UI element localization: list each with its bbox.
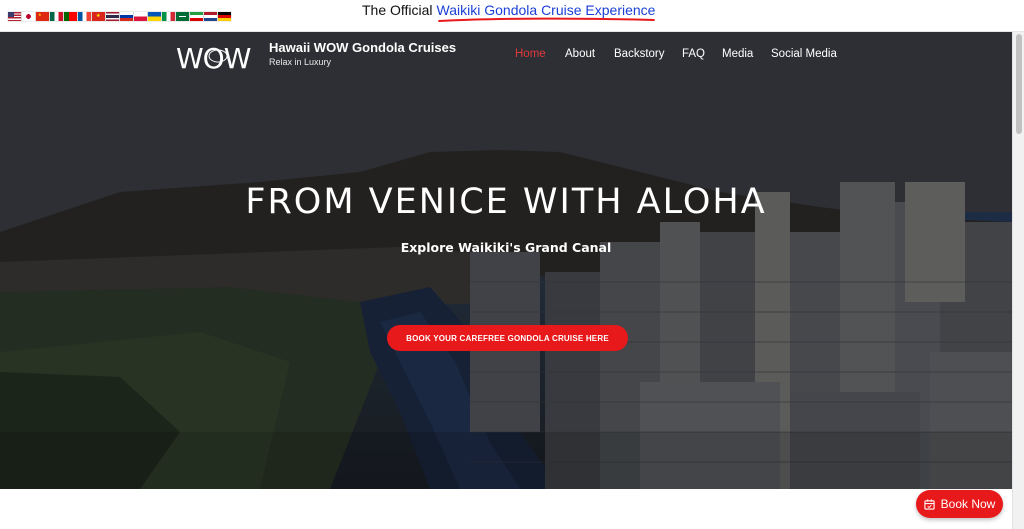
hero-section: WOW Hawaii WOW Gondola Cruises Relax in … xyxy=(0,32,1012,489)
wow-logo-icon[interactable]: WOW xyxy=(176,40,260,72)
announcement-text: The Official Waikiki Gondola Cruise Exper… xyxy=(362,2,655,22)
scrollbar-thumb[interactable] xyxy=(1016,34,1022,134)
nav-media[interactable]: Media xyxy=(722,48,753,60)
flag-thailand[interactable] xyxy=(106,12,119,21)
nav-backstory[interactable]: Backstory xyxy=(614,48,665,60)
book-cruise-cta-button[interactable]: BOOK YOUR CAREFREE GONDOLA CRUISE HERE xyxy=(387,325,628,351)
flag-france[interactable] xyxy=(78,12,91,21)
hero-overlay xyxy=(0,32,1012,489)
book-now-label[interactable]: Book Now xyxy=(941,497,996,511)
announcement-bar: ★ ★ The Official Waikiki Gondola Cruise E… xyxy=(0,0,1024,32)
page-scrollbar[interactable] xyxy=(1012,32,1024,529)
flag-saudi[interactable] xyxy=(176,12,189,21)
flag-portugal[interactable] xyxy=(64,12,77,21)
flag-us[interactable] xyxy=(8,12,21,21)
flag-vietnam[interactable]: ★ xyxy=(92,12,105,21)
flag-china[interactable]: ★ xyxy=(36,12,49,21)
nav-about[interactable]: About xyxy=(565,48,595,60)
hero-subhead: Explore Waikiki's Grand Canal xyxy=(400,240,612,255)
flag-germany[interactable] xyxy=(218,12,231,21)
book-now-button[interactable]: Book Now xyxy=(916,490,1003,518)
flag-iran[interactable] xyxy=(190,12,203,21)
flag-netherlands[interactable] xyxy=(204,12,217,21)
flag-poland[interactable] xyxy=(134,12,147,21)
announcement-link[interactable]: Waikiki Gondola Cruise Experience xyxy=(437,2,655,22)
flag-mexico[interactable] xyxy=(50,12,63,21)
nav-home[interactable]: Home xyxy=(515,48,546,60)
announcement-prefix: The Official xyxy=(362,2,433,18)
nav-social-media[interactable]: Social Media xyxy=(771,48,837,60)
hand-underline-icon xyxy=(437,17,655,22)
brand-name[interactable]: Hawaii WOW Gondola Cruises xyxy=(269,40,456,55)
language-flags: ★ ★ xyxy=(8,12,231,21)
flag-ukraine[interactable] xyxy=(148,12,161,21)
flag-italy[interactable] xyxy=(162,12,175,21)
flag-russia[interactable] xyxy=(120,12,133,21)
calendar-icon xyxy=(924,498,935,510)
below-fold-section xyxy=(0,489,1012,529)
flag-japan[interactable] xyxy=(22,12,35,21)
hero-headline: FROM VENICE WITH ALOHA xyxy=(245,182,767,222)
logo-text: WOW xyxy=(176,42,251,72)
brand-tagline: Relax in Luxury xyxy=(269,57,332,67)
nav-faq[interactable]: FAQ xyxy=(682,48,705,60)
